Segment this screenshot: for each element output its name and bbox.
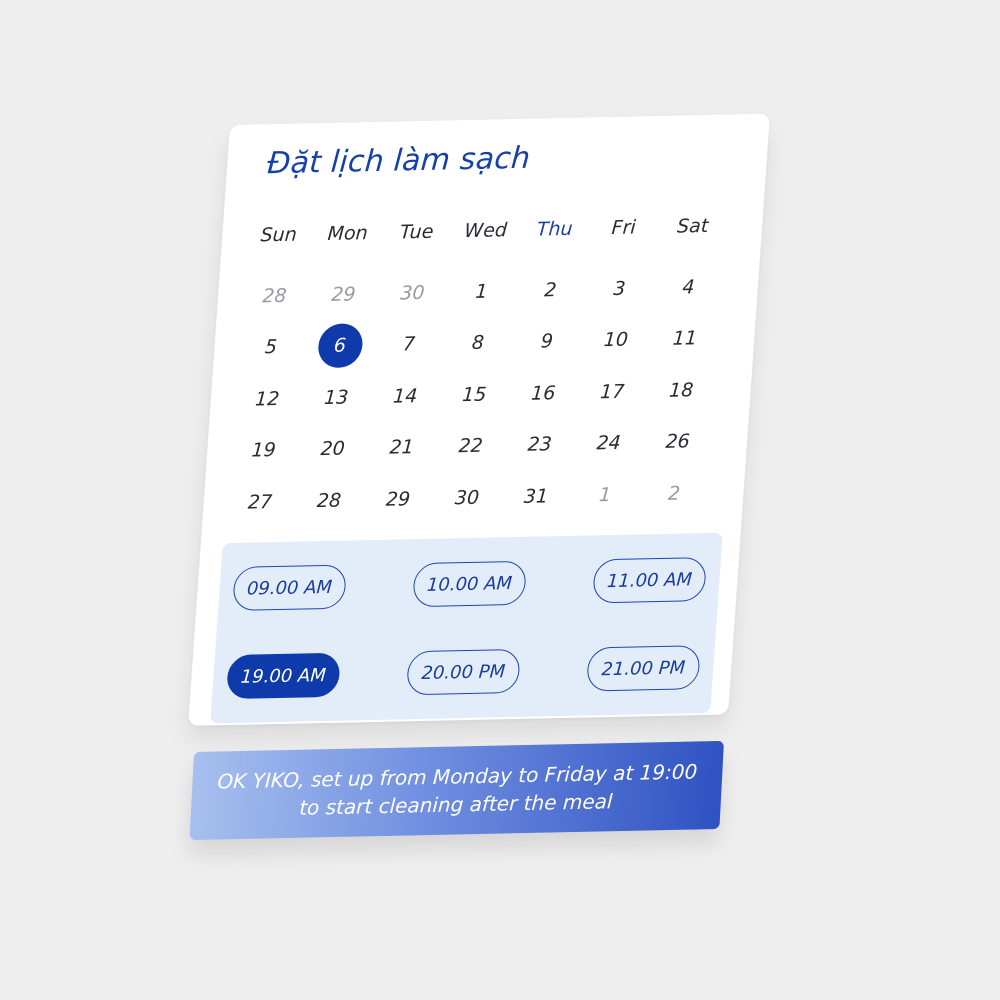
calendar-day-label: 30 <box>399 281 426 305</box>
weekday-sat: Sat <box>676 214 710 238</box>
calendar-day[interactable]: 31 <box>500 470 573 523</box>
calendar-day-label: 21 <box>388 436 415 459</box>
calendar-day-selected[interactable]: 6 <box>304 319 377 372</box>
weekday-header: Sun Mon Tue Wed Thu Fri Sat <box>243 215 728 247</box>
calendar-day[interactable]: 4 <box>652 261 725 314</box>
booking-card-wrapper: Đặt lịch làm sạch Sun Mon Tue Wed Thu Fr… <box>188 113 770 726</box>
calendar-day-label: 18 <box>668 379 695 402</box>
calendar-day-label: 9 <box>540 330 554 353</box>
voice-command-line-2: to start cleaning after the meal <box>298 789 614 820</box>
calendar-day-label: 11 <box>672 327 698 350</box>
calendar-day[interactable]: 16 <box>507 367 580 420</box>
calendar-day[interactable]: 28 <box>293 474 366 527</box>
calendar-day-label: 1 <box>474 280 489 303</box>
calendar-title: Đặt lịch làm sạch <box>266 140 532 182</box>
calendar-day[interactable]: 14 <box>369 370 442 423</box>
weekday-thu: Thu <box>536 217 574 241</box>
calendar-day[interactable]: 20 <box>296 423 369 476</box>
calendar-day[interactable]: 29 <box>307 268 380 321</box>
calendar-day-label: 3 <box>612 277 627 300</box>
weekday-mon: Mon <box>326 222 369 245</box>
time-slot-button[interactable]: 09.00 AM <box>232 564 348 611</box>
calendar-day-label: 15 <box>461 383 488 406</box>
calendar-day[interactable]: 24 <box>572 417 645 470</box>
calendar-day-label: 4 <box>681 276 696 299</box>
calendar-day[interactable]: 1 <box>569 468 642 521</box>
calendar-day-label: 5 <box>264 336 278 359</box>
weekday-sun: Sun <box>259 223 298 247</box>
calendar-day[interactable]: 9 <box>511 315 584 368</box>
calendar-day-label: 7 <box>402 333 416 356</box>
calendar-day[interactable]: 28 <box>238 269 311 322</box>
time-slot-panel: 09.00 AM 10.00 AM 11.00 AM 19.00 AM 20.0… <box>210 532 723 724</box>
time-slot-button[interactable]: 11.00 AM <box>592 557 708 604</box>
weekday-wed: Wed <box>463 219 508 243</box>
time-slot-button-selected[interactable]: 19.00 AM <box>225 652 341 700</box>
calendar-day-label: 13 <box>323 386 350 409</box>
calendar-day[interactable]: 3 <box>583 262 656 315</box>
calendar-day[interactable]: 10 <box>580 314 653 367</box>
calendar-day[interactable]: 11 <box>649 312 722 365</box>
booking-card: Đặt lịch làm sạch Sun Mon Tue Wed Thu Fr… <box>188 113 770 726</box>
calendar-day-label: 23 <box>526 433 553 457</box>
calendar-day[interactable]: 29 <box>362 473 435 526</box>
calendar-day-label: 16 <box>530 381 557 405</box>
calendar-day-label: 24 <box>595 432 622 455</box>
calendar-day[interactable]: 26 <box>641 415 714 468</box>
calendar-day-label: 26 <box>664 430 691 454</box>
calendar-day-label: 19 <box>250 439 277 462</box>
calendar-day-label: 2 <box>543 278 558 302</box>
calendar-day-label: 10 <box>603 328 629 352</box>
calendar-day[interactable]: 13 <box>300 371 373 424</box>
calendar-day-label: 14 <box>392 384 419 408</box>
time-slot-button[interactable]: 20.00 PM <box>405 648 521 696</box>
calendar-day[interactable]: 17 <box>576 365 649 418</box>
calendar-day[interactable]: 1 <box>445 265 518 318</box>
calendar-day[interactable]: 12 <box>231 372 304 425</box>
calendar-day[interactable]: 18 <box>645 364 718 417</box>
calendar-day[interactable]: 21 <box>365 421 438 474</box>
calendar-day[interactable]: 22 <box>434 420 507 473</box>
calendar-day[interactable]: 2 <box>514 264 587 317</box>
calendar-grid: 28 29 30 1 2 3 4 5 6 7 8 9 10 11 12 13 14 15 16 17 18 19 20 21 2… <box>224 261 725 529</box>
voice-command-bubble: OK YIKO, set up from Monday to Friday at… <box>189 740 724 841</box>
scene: Đặt lịch làm sạch Sun Mon Tue Wed Thu Fr… <box>0 0 1000 1000</box>
calendar-day-label: 17 <box>599 380 626 404</box>
calendar-day[interactable]: 27 <box>224 476 297 529</box>
weekday-fri: Fri <box>610 216 637 240</box>
calendar-day-label: 6 <box>316 323 364 369</box>
calendar-day-label: 8 <box>471 331 485 355</box>
calendar-day[interactable]: 5 <box>235 321 308 374</box>
calendar-day-label: 2 <box>667 482 681 505</box>
calendar-day[interactable]: 30 <box>431 471 504 524</box>
time-slot-button[interactable]: 21.00 PM <box>585 645 701 692</box>
calendar-day[interactable]: 23 <box>503 418 576 471</box>
calendar-day[interactable]: 2 <box>638 467 711 520</box>
calendar-day[interactable]: 30 <box>376 266 449 319</box>
calendar-day[interactable]: 7 <box>373 318 446 371</box>
calendar-day-label: 12 <box>254 387 281 411</box>
calendar-day-label: 31 <box>523 485 549 508</box>
calendar-day-label: 1 <box>598 483 612 507</box>
time-slot-button[interactable]: 10.00 AM <box>412 560 528 608</box>
calendar-day-label: 28 <box>261 284 288 308</box>
calendar-day[interactable]: 15 <box>438 368 511 421</box>
calendar-day-label: 28 <box>316 489 342 512</box>
calendar-day[interactable]: 19 <box>227 424 300 477</box>
calendar-day-label: 30 <box>454 486 480 510</box>
calendar-day-label: 29 <box>330 283 357 306</box>
calendar-day[interactable]: 8 <box>442 317 515 370</box>
calendar-day-label: 22 <box>457 434 484 458</box>
calendar-day-label: 27 <box>247 490 273 514</box>
calendar-day-label: 29 <box>385 487 411 511</box>
weekday-tue: Tue <box>399 220 435 244</box>
calendar-day-label: 20 <box>319 437 346 461</box>
